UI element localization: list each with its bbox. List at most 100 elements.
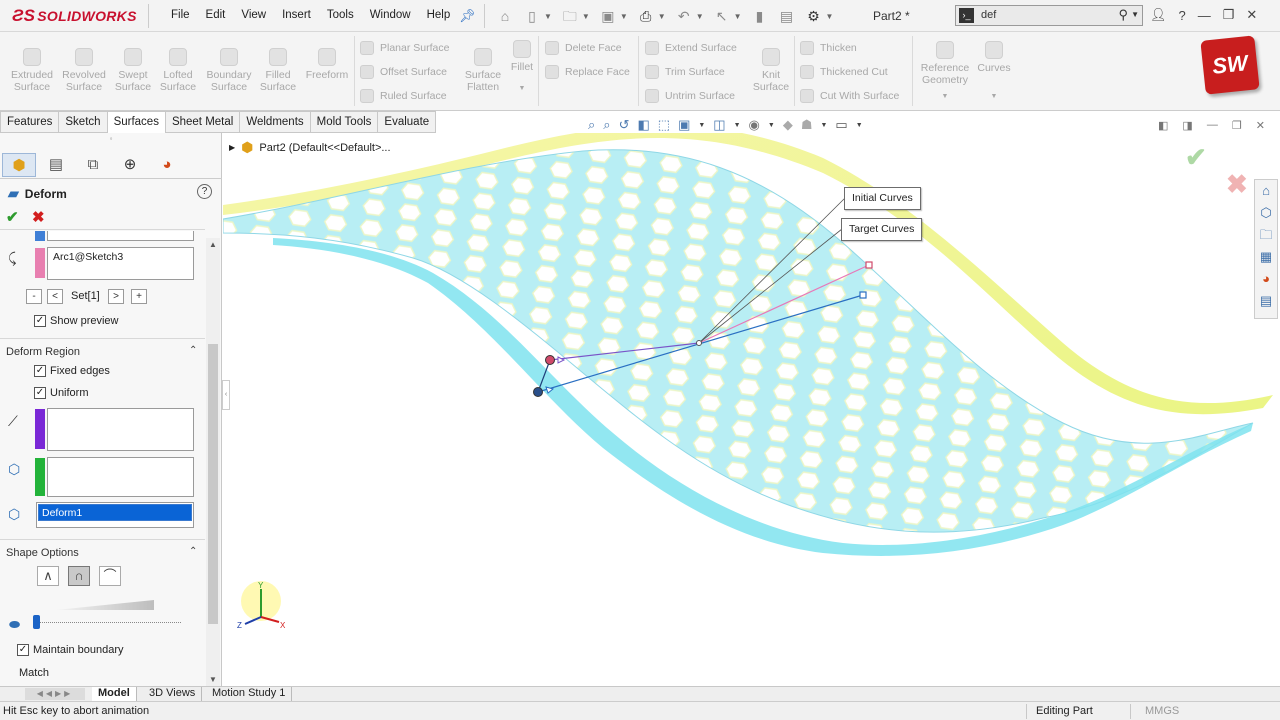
add-set-button[interactable]: + — [131, 289, 147, 304]
filled-surface-button[interactable]: Filled Surface — [256, 48, 300, 93]
previous-set-button[interactable]: < — [47, 289, 63, 304]
menu-edit[interactable]: Edit — [198, 9, 234, 21]
edit-appearance-icon[interactable]: ◆ — [783, 117, 793, 133]
revolved-surface-button[interactable]: Revolved Surface — [60, 48, 108, 93]
chevron-down-icon[interactable]: ▼ — [975, 91, 1013, 103]
scrollbar-thumb[interactable] — [208, 344, 218, 624]
tab-weldments[interactable]: Weldments — [240, 111, 311, 133]
print-icon[interactable]: ⎙ — [637, 7, 655, 25]
coordinate-triad[interactable]: Y X Z — [235, 579, 291, 639]
tab-model[interactable]: Model — [92, 687, 137, 702]
chevron-down-icon[interactable]: ▼ — [1131, 10, 1139, 19]
extend-surface-button[interactable]: Extend Surface — [645, 41, 737, 55]
apply-scene-icon[interactable]: ☗ — [801, 117, 813, 133]
panel-scrollbar[interactable]: ▲ ▼ — [206, 238, 220, 686]
fixed-curves-list[interactable] — [47, 408, 194, 451]
tab-mold-tools[interactable]: Mold Tools — [310, 111, 379, 133]
chevron-down-icon[interactable]: ▼ — [698, 122, 705, 129]
list-item-selected[interactable]: Deform1 — [38, 504, 192, 521]
options-gear-icon[interactable]: ⚙ — [805, 7, 823, 25]
undo-icon[interactable]: ↶ — [675, 7, 693, 25]
display-style-icon[interactable]: ◫ — [713, 117, 725, 133]
boundary-surface-button[interactable]: Boundary Surface — [203, 48, 255, 93]
shape-stiffness-min-button[interactable]: ∧ — [37, 566, 59, 586]
initial-curves-callout[interactable]: Initial Curves — [844, 187, 921, 210]
restore-icon[interactable]: ❐ — [1223, 7, 1235, 23]
solidworks-logo[interactable]: ƧS SOLIDWORKS — [12, 6, 137, 26]
extruded-surface-button[interactable]: Extruded Surface — [8, 48, 56, 93]
custom-properties-icon[interactable]: ▤ — [1255, 290, 1277, 312]
fillet-button[interactable]: Fillet ▼ — [508, 40, 536, 95]
display-manager-tab-icon[interactable]: ◕ — [150, 153, 184, 177]
viewport-restore-icon[interactable]: ❐ — [1232, 119, 1242, 132]
help-icon[interactable]: ? — [197, 184, 212, 199]
chevron-down-icon[interactable]: ▼ — [696, 12, 704, 21]
chevron-down-icon[interactable]: ▼ — [820, 122, 827, 129]
surface-flatten-button[interactable]: Surface Flatten — [461, 48, 505, 93]
confirm-cancel-icon[interactable]: ✖ — [1226, 169, 1248, 200]
viewport-left-icon[interactable]: ◧ — [1158, 119, 1168, 132]
shape-accuracy-slider-thumb[interactable] — [33, 615, 40, 629]
list-item[interactable]: Arc1@Sketch3 — [53, 251, 123, 263]
dynamic-annotation-icon[interactable]: ⬚ — [658, 117, 670, 133]
collapse-caret-icon[interactable]: ⌃ — [189, 546, 197, 557]
menu-insert[interactable]: Insert — [274, 9, 319, 21]
view-palette-icon[interactable]: ▦ — [1255, 246, 1277, 268]
curves-button[interactable]: Curves ▼ — [975, 41, 1013, 103]
appearances-icon[interactable]: ◕ — [1255, 268, 1277, 290]
chevron-down-icon[interactable]: ▼ — [826, 12, 834, 21]
file-properties-icon[interactable]: ▤ — [778, 7, 796, 25]
lofted-surface-button[interactable]: Lofted Surface — [156, 48, 200, 93]
planar-surface-button[interactable]: Planar Surface — [360, 41, 449, 55]
minimize-icon[interactable]: — — [1198, 8, 1211, 23]
swept-surface-button[interactable]: Swept Surface — [111, 48, 155, 93]
section-title-shape-options[interactable]: Shape Options — [6, 547, 79, 559]
section-title-deform-region[interactable]: Deform Region — [6, 346, 80, 358]
remove-set-button[interactable]: - — [26, 289, 42, 304]
menu-view[interactable]: View — [233, 9, 274, 21]
open-folder-icon[interactable]: 🗀︎ — [561, 7, 579, 25]
design-library-icon[interactable]: ⬡ — [1255, 202, 1277, 224]
view-orientation-icon[interactable]: ▣ — [678, 117, 690, 133]
panel-grip-icon[interactable]: ◦ — [106, 135, 116, 143]
tab-features[interactable]: Features — [0, 111, 60, 133]
chevron-down-icon[interactable]: ▼ — [582, 12, 590, 21]
rebuild-icon[interactable]: ▮ — [751, 7, 769, 25]
confirm-ok-icon[interactable]: ✔ — [1185, 142, 1207, 173]
menu-window[interactable]: Window — [362, 9, 419, 21]
uniform-checkbox[interactable]: ✓ Uniform — [34, 387, 89, 399]
chevron-down-icon[interactable]: ▼ — [658, 12, 666, 21]
panel-collapse-handle[interactable]: ‹ — [222, 380, 230, 410]
ruled-surface-button[interactable]: Ruled Surface — [360, 89, 447, 103]
thickened-cut-button[interactable]: Thickened Cut — [800, 65, 888, 79]
untrim-surface-button[interactable]: Untrim Surface — [645, 89, 735, 103]
zoom-to-fit-icon[interactable]: ⌕ — [588, 117, 595, 133]
target-curves-callout[interactable]: Target Curves — [841, 218, 923, 241]
configuration-manager-tab-icon[interactable]: ⧉ — [76, 153, 110, 177]
user-icon[interactable]: 👤︎ — [1150, 7, 1167, 23]
tab-surfaces[interactable]: Surfaces — [107, 111, 166, 133]
shape-stiffness-medium-button[interactable]: ∩ — [68, 566, 90, 586]
tab-motion-study-1[interactable]: Motion Study 1 — [206, 687, 293, 702]
home-icon[interactable]: ⌂ — [496, 7, 514, 25]
collapse-caret-icon[interactable]: ⌃ — [189, 345, 197, 356]
menu-help[interactable]: Help — [419, 9, 459, 21]
tab-3d-views[interactable]: 3D Views — [143, 687, 203, 702]
pin-icon[interactable]: 📌︎ — [459, 8, 476, 24]
ok-checkmark-icon[interactable]: ✔ — [6, 208, 19, 226]
reference-geometry-button[interactable]: Reference Geometry ▼ — [918, 41, 972, 103]
additional-faces-list[interactable] — [47, 457, 194, 497]
knit-surface-button[interactable]: Knit Surface — [750, 48, 792, 93]
initial-curves-list[interactable] — [47, 231, 194, 241]
status-units[interactable]: MMGS — [1145, 705, 1179, 717]
replace-face-button[interactable]: Replace Face — [545, 65, 630, 79]
search-box[interactable]: ›_ def ⚲ ▼ — [955, 5, 1143, 26]
home-icon[interactable]: ⌂ — [1255, 180, 1277, 202]
maintain-boundary-checkbox[interactable]: ✓ Maintain boundary — [17, 644, 124, 656]
file-explorer-icon[interactable]: 🗀︎ — [1255, 224, 1277, 246]
feature-manager-tab-icon[interactable]: ⬢ — [2, 153, 36, 177]
chevron-down-icon[interactable]: ▼ — [856, 122, 863, 129]
scroll-up-icon[interactable]: ▲ — [209, 240, 217, 249]
section-view-icon[interactable]: ◧ — [637, 117, 649, 133]
dimxpert-manager-tab-icon[interactable]: ⊕ — [113, 153, 147, 177]
